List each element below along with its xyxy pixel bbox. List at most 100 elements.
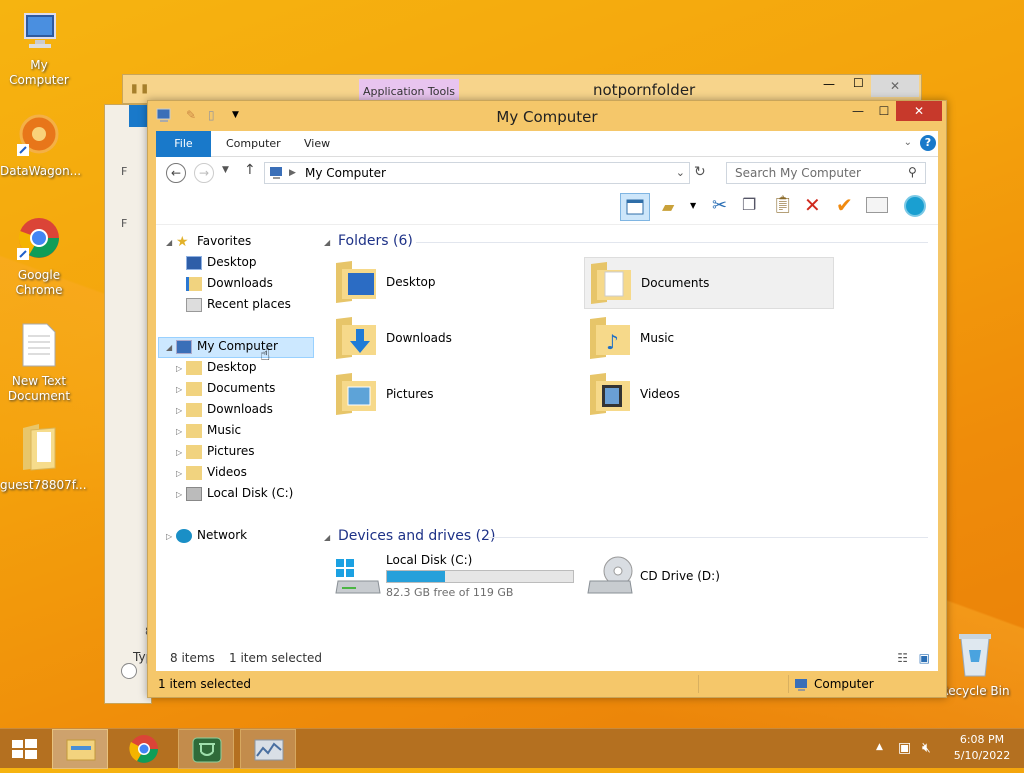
desktop-icon-datawagon[interactable]: DataWagon...	[0, 110, 81, 179]
details-view-icon[interactable]: ☷	[897, 651, 908, 665]
paste-icon[interactable]: 📋︎	[772, 195, 794, 215]
minimize-icon[interactable]: —	[823, 77, 835, 91]
taskbar-chrome[interactable]	[116, 729, 172, 769]
nav-fav-recent-places[interactable]: Recent places	[186, 294, 291, 315]
tab-view[interactable]: View	[292, 131, 342, 157]
drive-item-cd[interactable]: CD Drive (D:)	[586, 553, 786, 601]
collapse-arrow-icon[interactable]: ◢	[324, 533, 330, 542]
nav-label: Recent places	[207, 297, 291, 311]
help-icon[interactable]: ?	[920, 135, 936, 151]
folder-icon	[23, 424, 56, 471]
expand-arrow-icon[interactable]: ▷	[176, 385, 182, 394]
back-button[interactable]: ←	[166, 163, 186, 183]
options-dropdown-icon[interactable]: ▼	[690, 201, 696, 210]
nav-pc-music[interactable]: Music	[186, 420, 241, 441]
close-icon[interactable]: ✕	[871, 75, 919, 97]
system-clock[interactable]: 6:08 PM 5/10/2022	[950, 732, 1014, 764]
address-bar[interactable]: ▶ My Computer ⌄	[264, 162, 690, 184]
nav-fav-downloads[interactable]: Downloads	[186, 273, 273, 294]
taskbar-file-explorer[interactable]	[52, 729, 108, 769]
computer-icon	[176, 339, 192, 354]
tab-file[interactable]: File	[156, 131, 211, 157]
folder-icon	[186, 423, 202, 438]
nav-pc-local-disk[interactable]: Local Disk (C:)	[186, 483, 293, 504]
documents-folder-icon	[591, 262, 631, 304]
address-dropdown-icon[interactable]: ⌄	[676, 163, 685, 183]
tab-computer[interactable]: Computer	[214, 131, 293, 157]
nav-pc-documents[interactable]: Documents	[186, 378, 275, 399]
desktop-icon-chrome[interactable]: Google Chrome	[0, 214, 78, 298]
drive-item-local-disk[interactable]: Local Disk (C:) 82.3 GB free of 119 GB	[334, 553, 584, 601]
collapse-arrow-icon[interactable]: ◢	[166, 238, 172, 247]
nav-label: Network	[197, 528, 248, 542]
desktop-icon-label: New Text Document	[7, 374, 71, 403]
collapse-arrow-icon[interactable]: ◢	[324, 238, 330, 247]
up-arrow-icon[interactable]: ↑	[244, 162, 256, 178]
volume-muted-icon[interactable]: 🔇︎	[922, 740, 931, 756]
desktop-icon-new-text-document[interactable]: New Text Document	[0, 322, 78, 404]
nav-fav-desktop[interactable]: Desktop	[186, 252, 257, 273]
folder-item-videos[interactable]: Videos	[588, 369, 838, 421]
folder-small-icon: ▮ ▮	[131, 81, 149, 95]
desktop-icon-label: My Computer	[9, 58, 69, 87]
folder-item-pictures[interactable]: Pictures	[334, 369, 584, 421]
folder-item-desktop[interactable]: Desktop	[334, 257, 584, 309]
nav-pc-videos[interactable]: Videos	[186, 462, 247, 483]
maximize-icon[interactable]: ☐	[853, 76, 864, 90]
rename-check-icon[interactable]: ✔	[836, 193, 853, 217]
expand-arrow-icon[interactable]: ▷	[176, 364, 182, 373]
hard-drive-icon	[335, 559, 381, 594]
network-globe-icon[interactable]	[904, 195, 926, 217]
preview-pane-button[interactable]	[620, 193, 650, 221]
expand-ribbon-icon[interactable]: ⌄	[904, 137, 912, 148]
minimize-button[interactable]: —	[844, 101, 872, 121]
delete-icon[interactable]: ✕	[804, 193, 821, 217]
videos-folder-icon	[590, 373, 630, 415]
nav-pc-desktop[interactable]: Desktop	[186, 357, 257, 378]
collapse-arrow-icon[interactable]: ◢	[166, 343, 172, 352]
network-tray-icon[interactable]: ▣	[898, 740, 911, 756]
svg-text:♪: ♪	[606, 330, 619, 354]
chrome-icon	[17, 218, 59, 260]
nav-pc-pictures[interactable]: Pictures	[186, 441, 255, 462]
nav-favorites[interactable]: ★ Favorites	[176, 231, 251, 252]
folder-item-downloads[interactable]: Downloads	[334, 313, 584, 365]
start-button[interactable]	[0, 729, 48, 769]
cut-icon[interactable]: ✂	[712, 195, 727, 216]
forward-button[interactable]: →	[194, 163, 214, 183]
expand-arrow-icon[interactable]: ▷	[176, 406, 182, 415]
expand-arrow-icon[interactable]: ▷	[176, 448, 182, 457]
close-button[interactable]: ✕	[896, 101, 942, 121]
large-icons-view-icon[interactable]: ▣	[919, 651, 930, 665]
title-bar[interactable]: ✎ ▯ ▼ My Computer — ☐ ✕	[148, 101, 946, 131]
taskbar-app-monitor[interactable]	[240, 729, 296, 769]
show-hidden-icons-icon[interactable]: ▲	[876, 742, 883, 752]
desktop-icon-my-computer[interactable]: My Computer	[0, 12, 78, 88]
desktop-icon-guest-folder[interactable]: guest78807f...	[0, 422, 87, 493]
search-input[interactable]: Search My Computer	[726, 162, 926, 184]
devices-group-header[interactable]: Devices and drives (2)	[338, 528, 495, 544]
windows-logo-icon	[12, 739, 37, 759]
nav-pc-downloads[interactable]: Downloads	[186, 399, 273, 420]
refresh-icon[interactable]: ↻	[694, 164, 706, 180]
taskbar-app-green[interactable]	[178, 729, 234, 769]
drive-name: Local Disk (C:)	[386, 553, 473, 567]
folders-group-header[interactable]: Folders (6)	[338, 233, 413, 249]
copy-icon[interactable]: ❐	[742, 195, 756, 214]
group-divider	[488, 537, 928, 538]
maximize-button[interactable]: ☐	[870, 101, 898, 121]
recent-locations-icon[interactable]: ▼	[222, 165, 229, 175]
clock-time: 6:08 PM	[959, 733, 1005, 746]
folder-item-documents[interactable]: Documents	[584, 257, 834, 309]
expand-arrow-icon[interactable]: ▷	[166, 532, 172, 541]
nav-network[interactable]: Network	[176, 525, 247, 546]
explorer-window[interactable]: ✎ ▯ ▼ My Computer — ☐ ✕ File Computer Vi…	[147, 100, 947, 698]
folder-item-music[interactable]: ♪ Music	[588, 313, 838, 365]
search-icon[interactable]: ⚲	[908, 165, 917, 179]
expand-arrow-icon[interactable]: ▷	[176, 427, 182, 436]
desktop-icon-recycle-bin[interactable]: Recycle Bin	[936, 630, 1014, 699]
expand-arrow-icon[interactable]: ▷	[176, 469, 182, 478]
properties-folder-icon[interactable]: ▰	[662, 197, 674, 216]
drive-icon[interactable]	[866, 197, 888, 213]
expand-arrow-icon[interactable]: ▷	[176, 490, 182, 499]
